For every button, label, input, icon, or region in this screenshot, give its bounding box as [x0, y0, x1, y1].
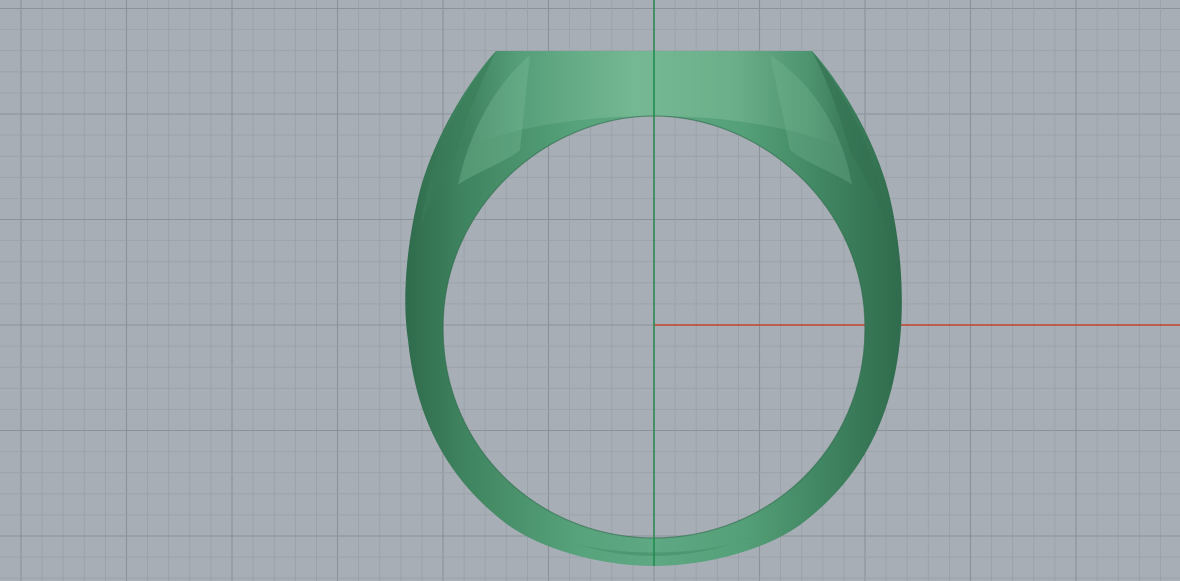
cad-front-viewport[interactable] — [0, 0, 1180, 581]
viewport-canvas[interactable] — [0, 0, 1180, 581]
